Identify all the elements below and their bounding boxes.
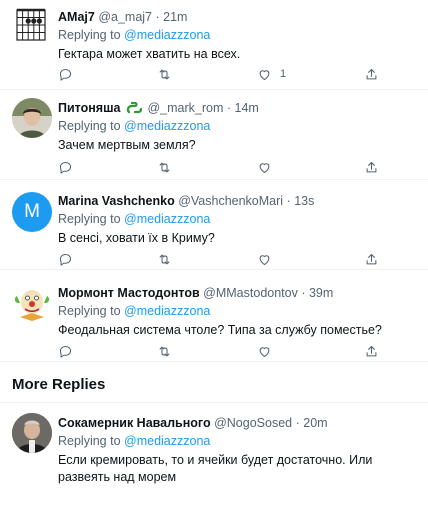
timestamp[interactable]: 39m <box>309 286 333 300</box>
retweet-button[interactable] <box>157 66 172 82</box>
tweet-text: Гектара может хватить на всех. <box>58 47 241 61</box>
share-button[interactable] <box>364 251 379 267</box>
retweet-icon <box>159 69 170 79</box>
separator-dot: · <box>226 101 232 115</box>
author-handle[interactable]: @NogoSosed <box>214 416 292 430</box>
reply-button[interactable] <box>58 343 73 359</box>
tweet-header: AMaj7 @a_maj7 · 21m <box>58 9 418 25</box>
clown-avatar <box>12 282 52 322</box>
replying-to: Replying to @mediazzzona <box>58 433 418 449</box>
tweet-header: Питоняша @_mark_rom · 14m <box>58 100 418 116</box>
tweet-sokamernik-navalnogo[interactable]: Сокамерник Навального @NogoSosed · 20m R… <box>0 402 428 512</box>
tweet-text: Зачем мертвым земля? <box>58 138 196 152</box>
replying-to: Replying to @mediazzzona <box>58 27 418 43</box>
share-button[interactable] <box>364 66 379 82</box>
avatar-letter: M <box>24 201 40 222</box>
reply-button[interactable] <box>58 66 73 82</box>
like-icon <box>259 254 270 265</box>
snake-emoji-icon <box>126 101 143 114</box>
profile-photo <box>12 413 52 453</box>
timestamp[interactable]: 13s <box>294 194 314 208</box>
timestamp[interactable]: 14m <box>235 101 259 115</box>
avatar[interactable] <box>12 413 52 453</box>
replying-to-prefix: Replying to <box>58 28 125 42</box>
timestamp[interactable]: 21m <box>163 10 187 24</box>
reply-icon <box>59 161 72 174</box>
like-button[interactable]: 1 <box>257 66 286 82</box>
tweet-actions: 1 <box>58 66 388 82</box>
tweet-header: Мормонт Мастодонтов @MMastodontov · 39m <box>58 285 418 301</box>
retweet-button[interactable] <box>157 251 172 267</box>
author-handle[interactable]: @a_maj7 <box>98 10 152 24</box>
mention-link[interactable]: @mediazzzona <box>124 119 210 133</box>
like-icon <box>259 69 270 80</box>
replying-to-prefix: Replying to <box>58 119 125 133</box>
tweet-amaj7[interactable]: AMaj7 @a_maj7 · 21m Replying to @mediazz… <box>0 0 428 90</box>
retweet-icon <box>159 162 170 172</box>
avatar[interactable] <box>12 282 52 322</box>
avatar[interactable] <box>12 6 52 46</box>
author-name[interactable]: Marina Vashchenko <box>58 194 175 208</box>
replying-to: Replying to @mediazzzona <box>58 118 418 134</box>
author-handle[interactable]: @VashchenkoMari <box>178 194 283 208</box>
author-handle[interactable]: @_mark_rom <box>147 101 223 115</box>
tweet-marina-vashchenko[interactable]: M Marina Vashchenko @VashchenkoMari · 13… <box>0 180 428 270</box>
share-icon <box>366 68 377 79</box>
mention-link[interactable]: @mediazzzona <box>124 212 210 226</box>
separator-dot: · <box>295 416 300 430</box>
retweet-button[interactable] <box>157 343 172 359</box>
share-icon <box>366 161 377 172</box>
chord-diagram-avatar <box>16 8 46 41</box>
retweet-button[interactable] <box>157 159 172 175</box>
tweet-header: Сокамерник Навального @NogoSosed · 20m <box>58 415 418 431</box>
reply-icon <box>59 253 72 266</box>
replying-to: Replying to @mediazzzona <box>58 211 418 227</box>
author-name[interactable]: Сокамерник Навального <box>58 416 211 430</box>
like-icon <box>259 346 270 357</box>
like-count: 1 <box>280 68 287 80</box>
tweet-text: В сенсі, ховати їх в Криму? <box>58 231 215 245</box>
separator-dot: · <box>155 10 160 24</box>
share-button[interactable] <box>364 159 379 175</box>
mention-link[interactable]: @mediazzzona <box>124 28 210 42</box>
tweet-text: Феодальная система чтоле? Типа за службу… <box>58 323 382 337</box>
like-button[interactable] <box>257 159 280 175</box>
tweet-pitonyasha[interactable]: Питоняша @_mark_rom · 14m Replying to @m… <box>0 90 428 180</box>
retweet-icon <box>159 346 170 356</box>
profile-photo <box>12 98 52 138</box>
replying-to-prefix: Replying to <box>58 304 125 318</box>
tweet-text: Если кремировать, то и ячейки будет дост… <box>58 453 373 484</box>
like-button[interactable] <box>257 251 280 267</box>
replying-to-prefix: Replying to <box>58 212 125 226</box>
reply-button[interactable] <box>58 159 73 175</box>
mention-link[interactable]: @mediazzzona <box>124 304 210 318</box>
tweet-header: Marina Vashchenko @VashchenkoMari · 13s <box>58 193 418 209</box>
reply-icon <box>59 345 72 358</box>
timestamp[interactable]: 20m <box>303 416 327 430</box>
tweet-mormont-mastodontov[interactable]: Мормонт Мастодонтов @MMastodontov · 39m … <box>0 270 428 362</box>
like-button[interactable] <box>257 343 280 359</box>
separator-dot: · <box>301 286 306 300</box>
tweet-actions <box>58 251 388 267</box>
tweet-actions <box>58 343 388 359</box>
separator-dot: · <box>286 194 291 208</box>
avatar[interactable] <box>12 98 52 138</box>
share-icon <box>366 345 377 356</box>
mention-link[interactable]: @mediazzzona <box>124 434 210 448</box>
like-icon <box>259 162 270 173</box>
avatar[interactable]: M <box>12 192 52 232</box>
retweet-icon <box>159 254 170 264</box>
author-name[interactable]: AMaj7 <box>58 10 95 24</box>
reply-button[interactable] <box>58 251 73 267</box>
reply-icon <box>59 68 72 81</box>
share-button[interactable] <box>364 343 379 359</box>
replying-to-prefix: Replying to <box>58 434 125 448</box>
tweet-actions <box>58 159 388 175</box>
author-handle[interactable]: @MMastodontov <box>203 286 298 300</box>
author-name[interactable]: Мормонт Мастодонтов <box>58 286 200 300</box>
share-icon <box>366 253 377 264</box>
author-name[interactable]: Питоняша <box>58 101 120 115</box>
replying-to: Replying to @mediazzzona <box>58 303 418 319</box>
more-replies-heading: More Replies <box>12 376 106 393</box>
